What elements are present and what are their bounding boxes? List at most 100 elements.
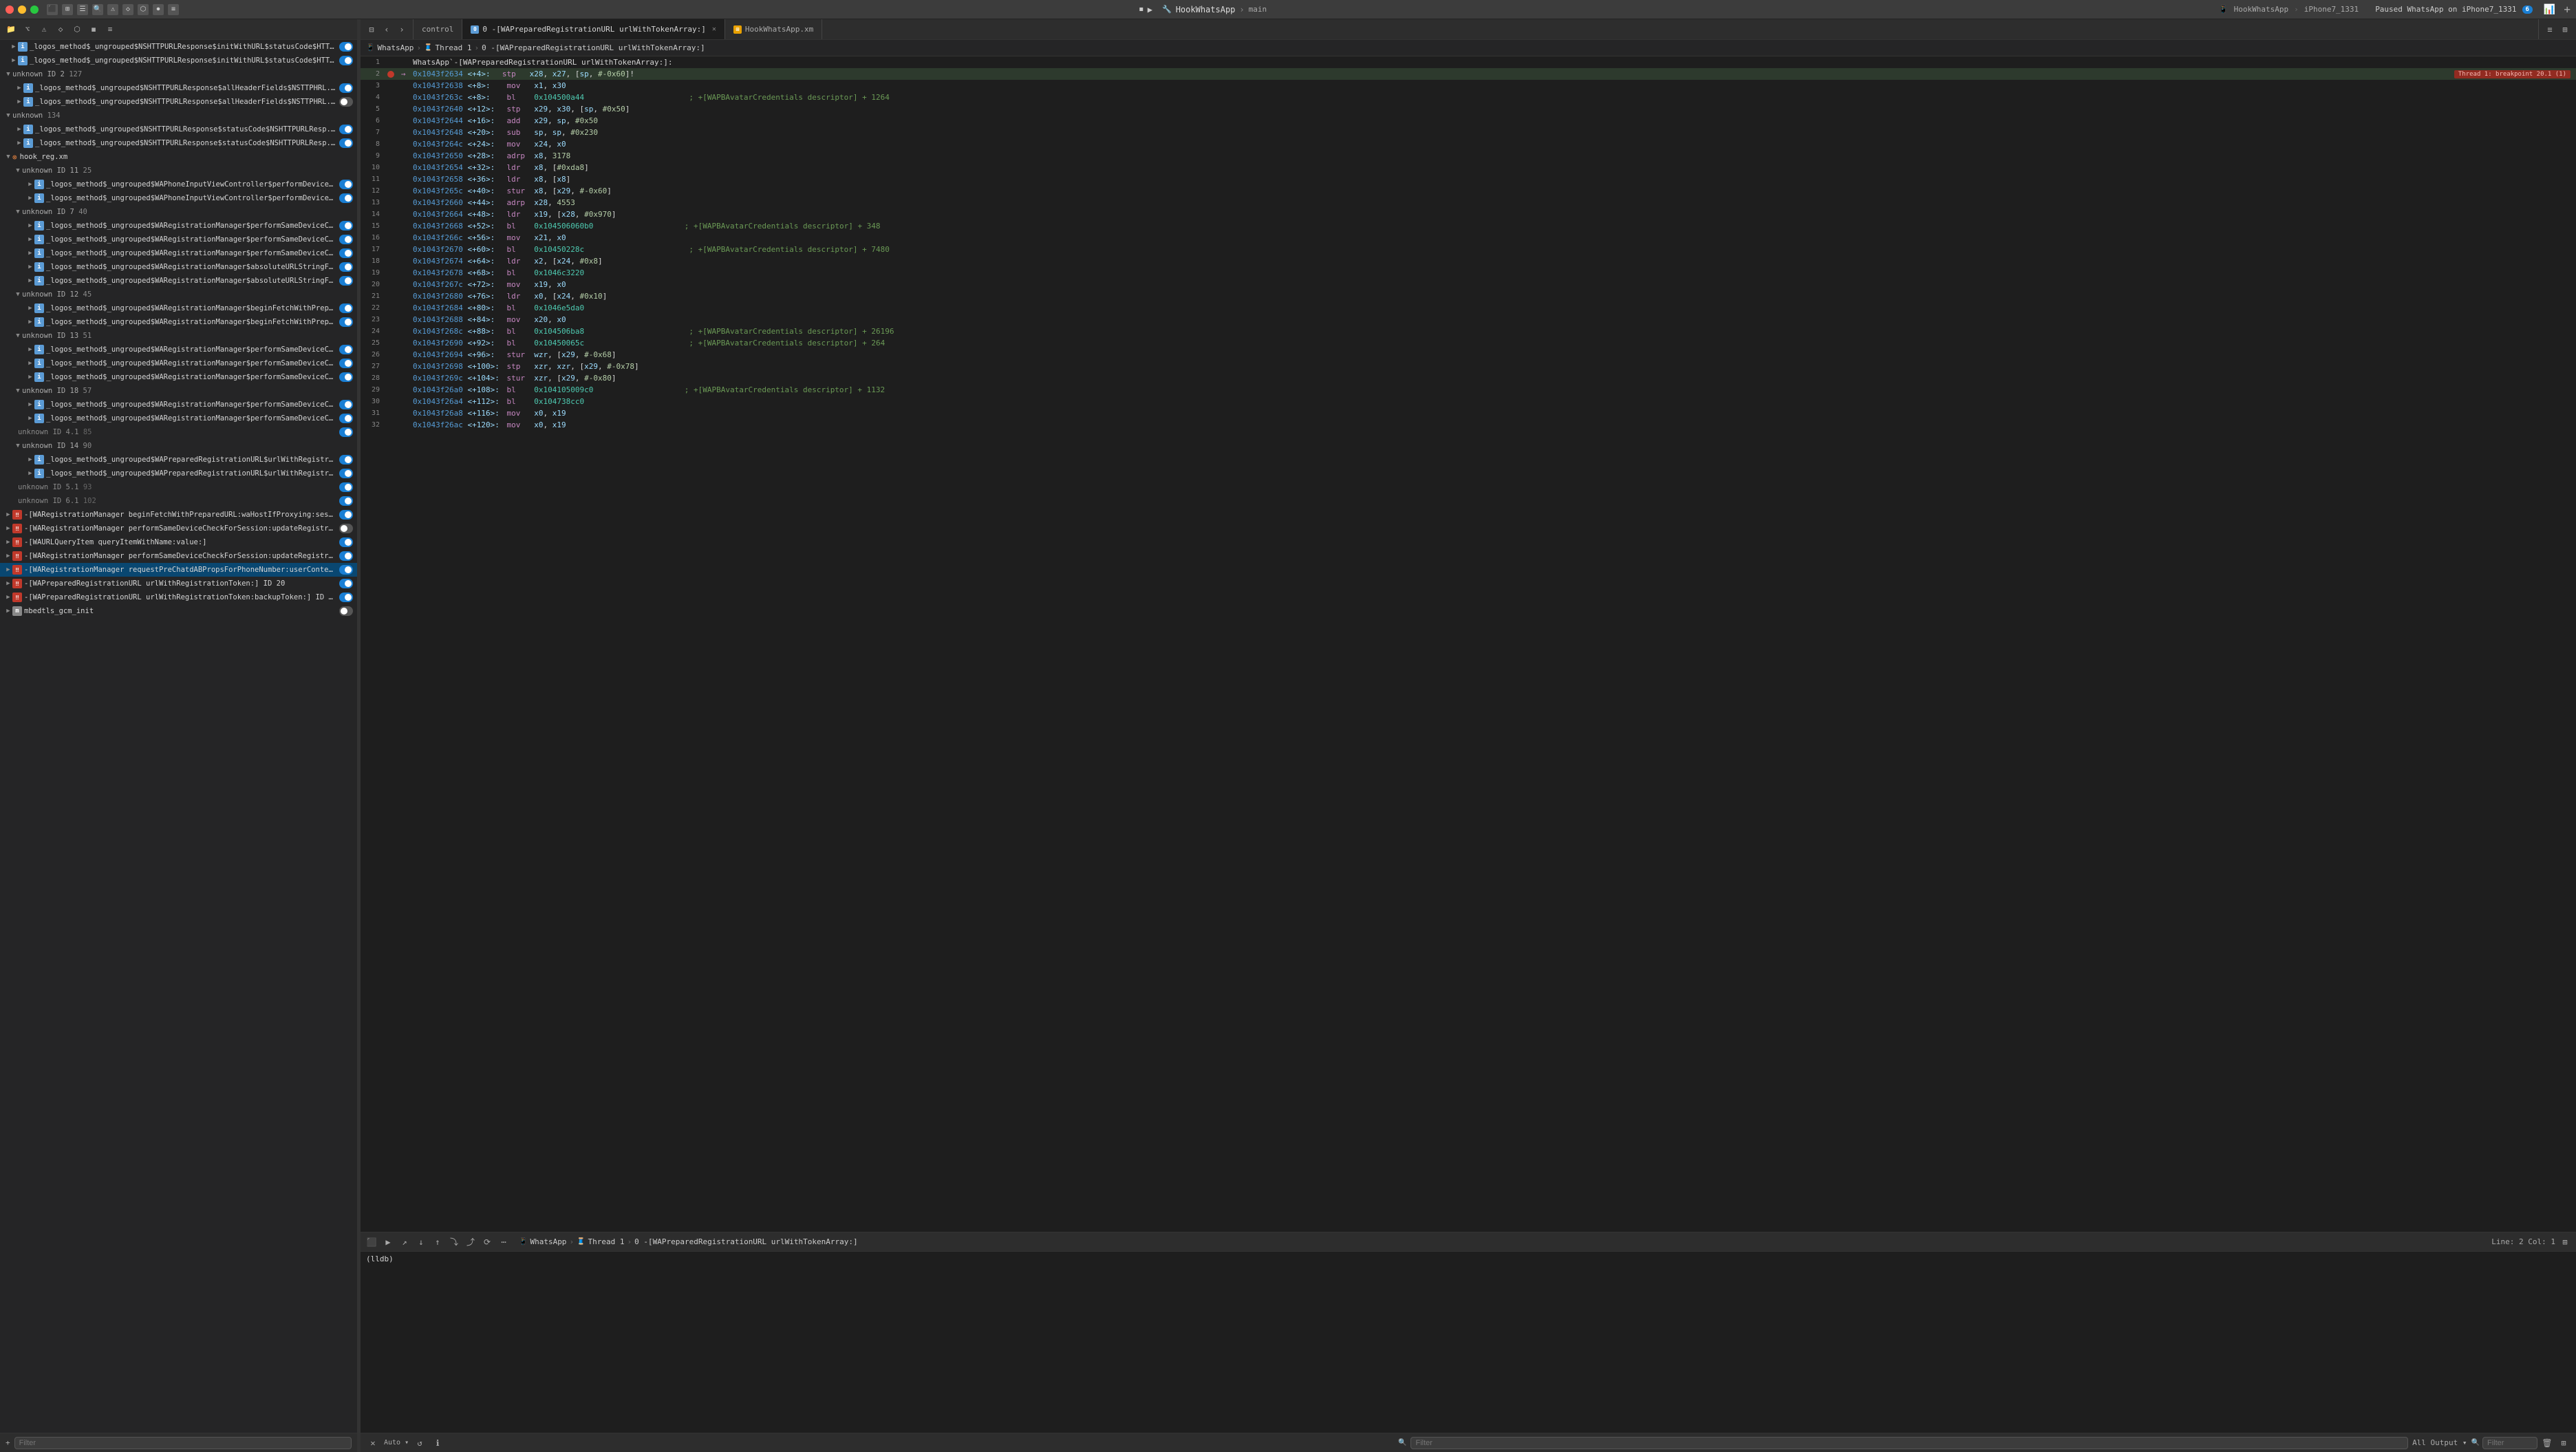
continue-button[interactable]: ▶ bbox=[381, 1235, 395, 1249]
group-header[interactable]: ▼ unknown ID 2 127 bbox=[0, 67, 357, 81]
list-item[interactable]: ▶ i _logos_method$_ungrouped$WARegistrat… bbox=[0, 343, 357, 356]
toggle-switch[interactable] bbox=[339, 414, 353, 423]
expand-icon[interactable]: ▶ bbox=[10, 56, 18, 65]
expand-icon[interactable]: ▶ bbox=[26, 249, 34, 257]
list-item[interactable]: unknown ID 5.1 93 bbox=[0, 480, 357, 494]
expand-icon[interactable]: ▶ bbox=[15, 125, 23, 134]
tab-url-active[interactable]: 0 0 -[WAPreparedRegistrationURL urlWithT… bbox=[462, 19, 725, 39]
expand-icon[interactable]: ▶ bbox=[26, 263, 34, 271]
shape-icon[interactable]: ◇ bbox=[122, 4, 133, 15]
list-item[interactable]: ▶ i _logos_method$_ungrouped$NSHTTPURLRe… bbox=[0, 54, 357, 67]
record-icon[interactable]: ⏺ bbox=[153, 4, 164, 15]
expand-icon[interactable]: ▶ bbox=[4, 607, 12, 615]
collapse-icon[interactable]: ▼ bbox=[4, 70, 12, 78]
list-item[interactable]: ▶ i _logos_method$_ungrouped$WARegistrat… bbox=[0, 301, 357, 315]
list-item[interactable]: ▶ ‼ -[WARegistrationManager performSameD… bbox=[0, 522, 357, 535]
bp-gutter[interactable] bbox=[385, 70, 396, 78]
collapse-icon[interactable]: ▼ bbox=[14, 290, 22, 299]
group-header[interactable]: ▼ unknown ID 13 51 bbox=[0, 329, 357, 343]
toggle-switch[interactable] bbox=[339, 400, 353, 409]
group-header[interactable]: ▼ unknown ID 7 40 bbox=[0, 205, 357, 219]
list-item[interactable]: ▶ i _logos_method$_ungrouped$WARegistrat… bbox=[0, 370, 357, 384]
toggle-switch[interactable] bbox=[339, 235, 353, 244]
breakpoint-icon[interactable]: ⬡ bbox=[138, 4, 149, 15]
expand-icon[interactable]: ▶ bbox=[15, 98, 23, 106]
search-icon[interactable]: 🔍 bbox=[92, 4, 103, 15]
add-window-button[interactable]: + bbox=[2564, 3, 2570, 16]
warning-icon[interactable]: ⚠ bbox=[107, 4, 118, 15]
breakpoints-icon[interactable]: ◼ bbox=[87, 23, 100, 36]
group-header[interactable]: ▼ unknown ID 14 90 bbox=[0, 439, 357, 453]
list-item[interactable]: ▶ ‼ -[WARegistrationManager performSameD… bbox=[0, 549, 357, 563]
list-item[interactable]: ▶ i _logos_method$_ungrouped$NSHTTPURLRe… bbox=[0, 95, 357, 109]
expand-icon[interactable]: ▶ bbox=[4, 511, 12, 519]
list-item[interactable]: ▶ i _logos_method$_ungrouped$WAPhoneInpu… bbox=[0, 178, 357, 191]
expand-icon[interactable]: ▶ bbox=[26, 469, 34, 478]
step-out-button[interactable]: ↑ bbox=[431, 1235, 444, 1249]
expand-icon[interactable]: ▶ bbox=[26, 414, 34, 423]
expand-icon[interactable]: ▶ bbox=[4, 552, 12, 560]
toggle-switch[interactable] bbox=[339, 42, 353, 52]
list-item[interactable]: ▶ i _logos_method$_ungrouped$WAPreparedR… bbox=[0, 453, 357, 467]
hook-file-header[interactable]: ▼ ⊗ hook_reg.xm bbox=[0, 150, 357, 164]
toggle-switch[interactable] bbox=[339, 97, 353, 107]
toggle-switch[interactable] bbox=[339, 221, 353, 231]
toggle-switch[interactable] bbox=[339, 510, 353, 520]
source-control-icon[interactable]: ⌥ bbox=[21, 23, 34, 36]
breadcrumb-thread[interactable]: Thread 1 bbox=[436, 43, 472, 52]
tab-close-button[interactable]: ✕ bbox=[712, 25, 716, 33]
toggle-switch[interactable] bbox=[339, 248, 353, 258]
expand-icon[interactable]: ▶ bbox=[26, 318, 34, 326]
hierarchy-icon[interactable]: ☰ bbox=[77, 4, 88, 15]
expand-icon[interactable]: ▶ bbox=[26, 345, 34, 354]
toggle-switch[interactable] bbox=[339, 276, 353, 286]
list-item[interactable]: ▶ i _logos_method$_ungrouped$WARegistrat… bbox=[0, 274, 357, 288]
list-item[interactable]: ▶ i _logos_method$_ungrouped$WARegistrat… bbox=[0, 233, 357, 246]
expand-icon[interactable]: ▶ bbox=[26, 180, 34, 189]
debugger-icon[interactable]: ⬡ bbox=[70, 23, 84, 36]
expand-icon[interactable]: ▶ bbox=[26, 373, 34, 381]
collapse-icon[interactable]: ▼ bbox=[14, 332, 22, 340]
list-item[interactable]: ▶ ‼ -[WARegistrationManager beginFetchWi… bbox=[0, 508, 357, 522]
run-button[interactable]: ▶ bbox=[1148, 5, 1152, 14]
toggle-switch[interactable] bbox=[339, 592, 353, 602]
toggle-switch[interactable] bbox=[339, 56, 353, 65]
list-item[interactable]: ▶ i _logos_method$_ungrouped$WARegistrat… bbox=[0, 246, 357, 260]
expand-icon[interactable]: ▶ bbox=[26, 304, 34, 312]
add-bp-icon[interactable]: + bbox=[6, 1438, 10, 1447]
expand-icon[interactable]: ▶ bbox=[26, 277, 34, 285]
expand-icon[interactable]: ▶ bbox=[15, 84, 23, 92]
list-item[interactable]: ▶ i _logos_method$_ungrouped$NSHTTPURLRe… bbox=[0, 40, 357, 54]
expand-icon[interactable]: ▶ bbox=[15, 139, 23, 147]
bottom-bc-frame[interactable]: 0 -[WAPreparedRegistrationURL urlWithTok… bbox=[634, 1237, 858, 1246]
toggle-switch[interactable] bbox=[339, 138, 353, 148]
trash-button[interactable]: 🗑 bbox=[2540, 1436, 2554, 1450]
nav-forward-button[interactable]: › bbox=[395, 23, 409, 36]
simulate-button[interactable]: ⟳ bbox=[480, 1235, 494, 1249]
toggle-switch[interactable] bbox=[339, 180, 353, 189]
console-filter-input[interactable] bbox=[1410, 1437, 2408, 1449]
minimize-button[interactable] bbox=[18, 6, 26, 14]
toggle-switch[interactable] bbox=[339, 606, 353, 616]
list-item[interactable]: ▶ i _logos_method$_ungrouped$WARegistrat… bbox=[0, 398, 357, 412]
list-item[interactable]: ▶ ‼ -[WAPreparedRegistrationURL urlWithR… bbox=[0, 577, 357, 590]
list-item[interactable]: ▶ i _logos_method$_ungrouped$WAPreparedR… bbox=[0, 467, 357, 480]
toggle-console-button[interactable]: ⬛ bbox=[365, 1235, 378, 1249]
close-button[interactable] bbox=[6, 6, 14, 14]
toggle-switch[interactable] bbox=[339, 193, 353, 203]
expand-icon[interactable]: ▶ bbox=[4, 593, 12, 601]
cpu-icon[interactable]: 📊 bbox=[2544, 4, 2555, 15]
step-inst-button[interactable]: ⤵ bbox=[447, 1235, 461, 1249]
layout-split-button[interactable]: ⊞ bbox=[2558, 23, 2572, 36]
expand-icon[interactable]: ▶ bbox=[26, 359, 34, 367]
list-item[interactable]: ▶ i _logos_method$_ungrouped$NSHTTPURLRe… bbox=[0, 136, 357, 150]
list-item[interactable]: ▶ m mbedtls_gcm_init bbox=[0, 604, 357, 618]
info-button[interactable]: ℹ bbox=[431, 1436, 444, 1450]
output-label[interactable]: All Output ▾ bbox=[2412, 1438, 2467, 1447]
collapse-icon[interactable]: ▼ bbox=[14, 167, 22, 175]
filter-input[interactable] bbox=[14, 1437, 352, 1449]
collapse-icon[interactable]: ▼ bbox=[14, 387, 22, 395]
toggle-switch[interactable] bbox=[339, 565, 353, 575]
list-item[interactable]: ▶ i _logos_method$_ungrouped$WARegistrat… bbox=[0, 219, 357, 233]
bottom-bc-app[interactable]: WhatsApp bbox=[530, 1237, 566, 1246]
